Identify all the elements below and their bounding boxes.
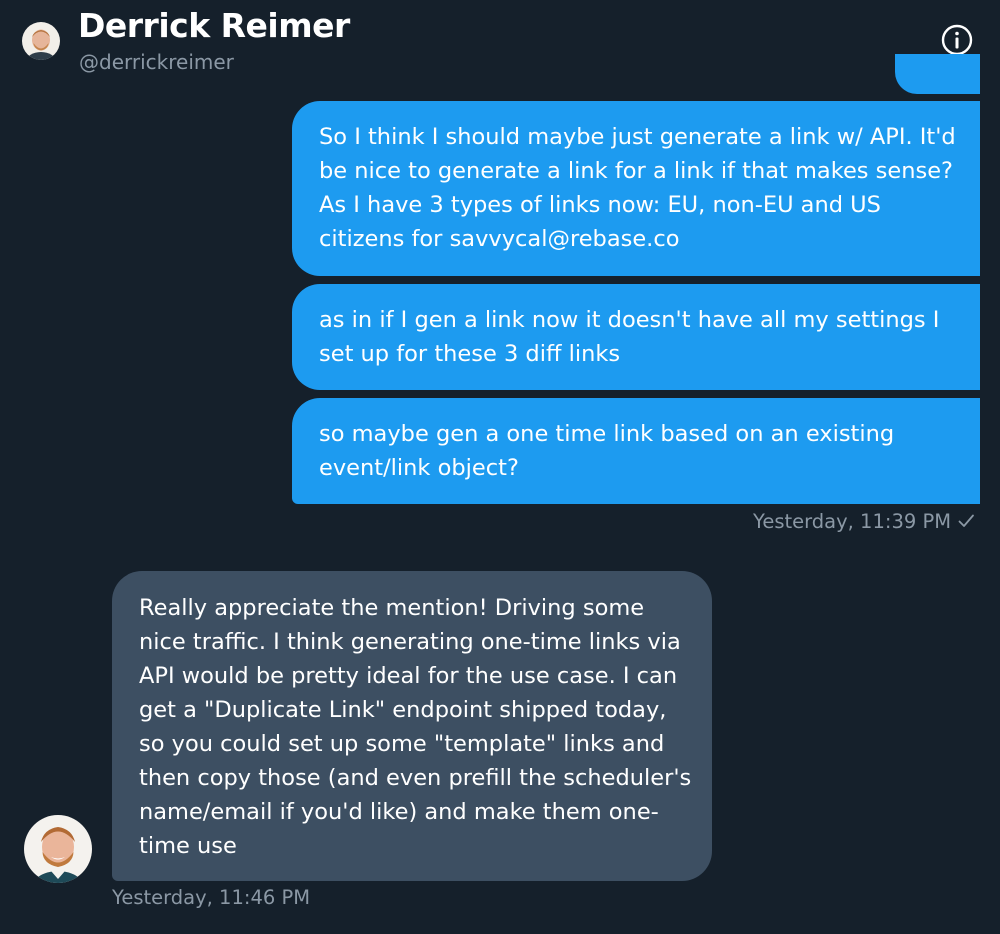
sender-avatar-image (24, 815, 92, 883)
message-text: So I think I should maybe just generate … (319, 124, 956, 252)
outgoing-timestamp: Yesterday, 11:39 PM (753, 510, 975, 535)
contact-name: Derrick Reimer (78, 6, 350, 45)
outgoing-message[interactable]: So I think I should maybe just generate … (292, 101, 980, 276)
avatar[interactable] (22, 22, 60, 60)
checkmark-icon (957, 512, 975, 535)
message-text: Really appreciate the mention! Driving s… (139, 595, 692, 859)
previous-message-bubble (895, 54, 980, 94)
avatar-image (22, 22, 60, 60)
outgoing-message[interactable]: as in if I gen a link now it doesn't hav… (292, 284, 980, 390)
timestamp-text: Yesterday, 11:39 PM (753, 510, 952, 533)
contact-handle: @derrickreimer (79, 50, 234, 74)
conversation-header: Derrick Reimer @derrickreimer (0, 0, 1000, 90)
incoming-timestamp: Yesterday, 11:46 PM (112, 886, 311, 909)
outgoing-message[interactable]: so maybe gen a one time link based on an… (292, 398, 980, 504)
incoming-message[interactable]: Really appreciate the mention! Driving s… (112, 571, 712, 881)
sender-avatar[interactable] (24, 815, 92, 883)
message-text: so maybe gen a one time link based on an… (319, 421, 895, 481)
info-circle-icon (941, 24, 973, 56)
info-button[interactable] (940, 23, 974, 57)
message-text: as in if I gen a link now it doesn't hav… (319, 307, 940, 367)
